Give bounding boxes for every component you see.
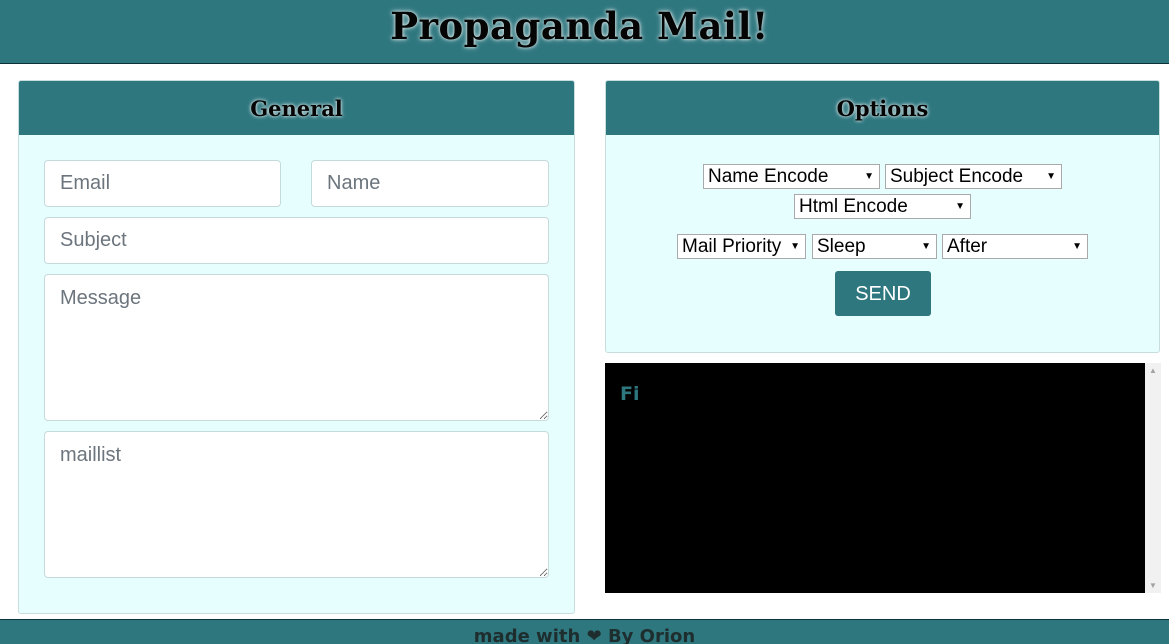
app-title: Propaganda Mail! bbox=[390, 4, 769, 48]
general-panel-title: General bbox=[250, 95, 343, 121]
subject-encode-value: Subject Encode bbox=[890, 166, 1024, 187]
html-encode-value: Html Encode bbox=[799, 196, 908, 217]
send-button[interactable]: SEND bbox=[835, 271, 931, 316]
scroll-down-icon[interactable]: ▼ bbox=[1145, 581, 1161, 590]
chevron-down-icon: ▼ bbox=[1072, 241, 1082, 252]
console-output-text: Fi bbox=[620, 383, 640, 405]
sleep-value: Sleep bbox=[817, 236, 866, 257]
email-input[interactable] bbox=[44, 160, 281, 207]
footer-prefix: made with bbox=[473, 626, 581, 644]
chevron-down-icon: ▼ bbox=[1046, 171, 1056, 182]
mail-priority-value: Mail Priority bbox=[682, 236, 782, 257]
heart-icon: ❤ bbox=[586, 626, 602, 644]
message-textarea[interactable] bbox=[44, 274, 549, 421]
footer-suffix: By Orion bbox=[607, 626, 696, 644]
chevron-down-icon: ▼ bbox=[864, 171, 874, 182]
options-panel-title: Options bbox=[836, 95, 929, 121]
after-value: After bbox=[947, 236, 988, 257]
scroll-up-icon[interactable]: ▲ bbox=[1145, 366, 1161, 375]
output-console: Fi bbox=[605, 363, 1145, 593]
subject-encode-select[interactable]: Subject Encode ▼ bbox=[885, 164, 1062, 189]
name-input[interactable] bbox=[311, 160, 549, 207]
chevron-down-icon: ▼ bbox=[955, 201, 965, 212]
name-encode-select[interactable]: Name Encode ▼ bbox=[703, 164, 880, 189]
maillist-textarea[interactable] bbox=[44, 431, 549, 578]
top-header: Propaganda Mail! bbox=[0, 0, 1169, 64]
chevron-down-icon: ▼ bbox=[921, 241, 931, 252]
general-panel-header: General bbox=[19, 81, 574, 135]
chevron-down-icon: ▼ bbox=[790, 241, 800, 252]
sleep-select[interactable]: Sleep ▼ bbox=[812, 234, 937, 259]
footer-text: made with ❤ By Orion bbox=[0, 626, 1169, 644]
subject-input[interactable] bbox=[44, 217, 549, 264]
footer: made with ❤ By Orion bbox=[0, 619, 1169, 644]
html-encode-select[interactable]: Html Encode ▼ bbox=[794, 194, 971, 219]
mail-priority-select[interactable]: Mail Priority ▼ bbox=[677, 234, 806, 259]
after-select[interactable]: After ▼ bbox=[942, 234, 1088, 259]
options-panel-header: Options bbox=[606, 81, 1159, 135]
name-encode-value: Name Encode bbox=[708, 166, 829, 187]
console-scrollbar[interactable]: ▲ ▼ bbox=[1145, 363, 1161, 593]
